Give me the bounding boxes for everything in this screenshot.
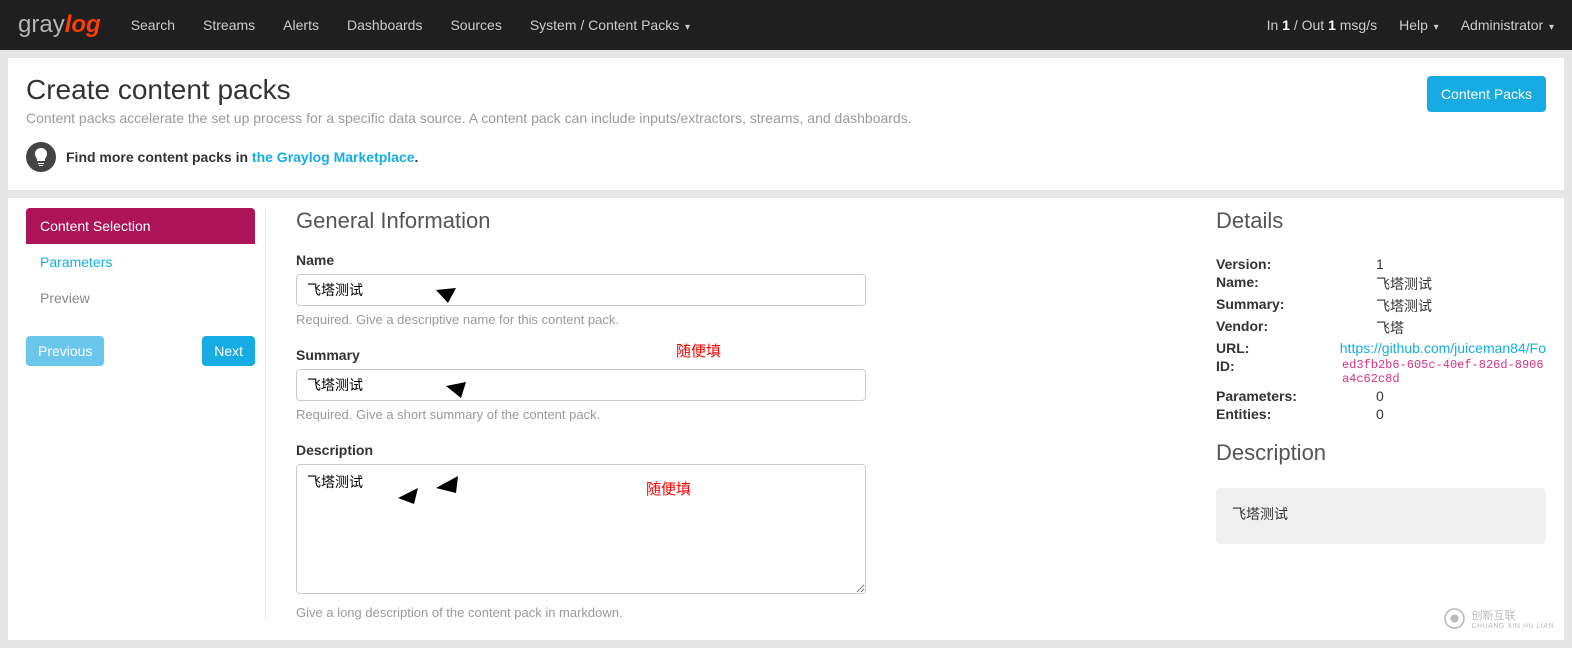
description-help: Give a long description of the content p… xyxy=(296,605,1176,620)
page-header: Create content packs Content packs accel… xyxy=(8,58,1564,190)
nav-alerts[interactable]: Alerts xyxy=(283,17,319,33)
watermark-brand: 创新互联 xyxy=(1471,607,1554,623)
nav-admin[interactable]: Administrator ▾ xyxy=(1461,17,1554,33)
description-box: 飞塔测试 xyxy=(1216,488,1546,544)
wizard-step-content-selection[interactable]: Content Selection xyxy=(26,208,255,244)
details-row-url: URL:https://github.com/juiceman84/Fo xyxy=(1216,340,1546,356)
top-navbar: graylog Search Streams Alerts Dashboards… xyxy=(0,0,1572,50)
info-prefix: Find more content packs in xyxy=(66,149,248,165)
throughput-status: In 1 / Out 1 msg/s xyxy=(1267,17,1378,33)
nav-items: Search Streams Alerts Dashboards Sources… xyxy=(131,17,690,33)
details-row-version: Version:1 xyxy=(1216,256,1546,272)
watermark-sub: CHUANG XIN HU LIAN xyxy=(1471,623,1554,630)
nav-dashboards[interactable]: Dashboards xyxy=(347,17,423,33)
caret-down-icon: ▾ xyxy=(1431,22,1439,33)
section-title: General Information xyxy=(296,208,1176,234)
nav-streams[interactable]: Streams xyxy=(203,17,255,33)
details-row-parameters: Parameters:0 xyxy=(1216,388,1546,404)
content-packs-button[interactable]: Content Packs xyxy=(1427,76,1546,112)
details-row-id: ID:ed3fb2b6-605c-40ef-826d-8906a4c62c8d xyxy=(1216,358,1546,386)
details-row-entities: Entities:0 xyxy=(1216,406,1546,422)
arrow-icon xyxy=(406,278,696,368)
form-area: General Information Name Required. Give … xyxy=(266,208,1206,620)
nav-right: In 1 / Out 1 msg/s Help ▾ Administrator … xyxy=(1267,17,1554,33)
nav-sources[interactable]: Sources xyxy=(450,17,501,33)
description-title: Description xyxy=(1216,440,1546,466)
next-button[interactable]: Next xyxy=(202,336,255,366)
details-row-summary: Summary:飞塔测试 xyxy=(1216,296,1546,316)
marketplace-info: Find more content packs in the Graylog M… xyxy=(26,142,1546,172)
watermark: ⦿ 创新互联 CHUANG XIN HU LIAN xyxy=(1443,602,1554,634)
page-subtitle: Content packs accelerate the set up proc… xyxy=(26,110,1546,126)
logo: graylog xyxy=(18,11,101,39)
nav-system[interactable]: System / Content Packs ▾ xyxy=(530,17,690,33)
arrow-icon xyxy=(386,468,466,508)
details-title: Details xyxy=(1216,208,1546,234)
details-row-vendor: Vendor:飞塔 xyxy=(1216,318,1546,338)
marketplace-link[interactable]: the Graylog Marketplace xyxy=(252,149,415,165)
previous-button[interactable]: Previous xyxy=(26,336,104,366)
lightbulb-icon xyxy=(26,142,56,172)
wizard-step-parameters[interactable]: Parameters xyxy=(26,244,255,280)
main-panel: Content Selection Parameters Preview Pre… xyxy=(8,198,1564,640)
nav-search[interactable]: Search xyxy=(131,17,175,33)
wizard-step-preview[interactable]: Preview xyxy=(26,280,255,316)
page-title: Create content packs xyxy=(26,74,1546,106)
watermark-icon: ⦿ xyxy=(1443,602,1465,634)
caret-down-icon: ▾ xyxy=(682,22,690,33)
name-label: Name xyxy=(296,252,1176,268)
caret-down-icon: ▾ xyxy=(1546,22,1554,33)
info-period: . xyxy=(415,149,419,165)
nav-help[interactable]: Help ▾ xyxy=(1399,17,1439,33)
wizard-sidebar: Content Selection Parameters Preview Pre… xyxy=(26,208,266,620)
details-panel: Details Version:1 Name:飞塔测试 Summary:飞塔测试… xyxy=(1206,208,1546,620)
details-row-name: Name:飞塔测试 xyxy=(1216,274,1546,294)
